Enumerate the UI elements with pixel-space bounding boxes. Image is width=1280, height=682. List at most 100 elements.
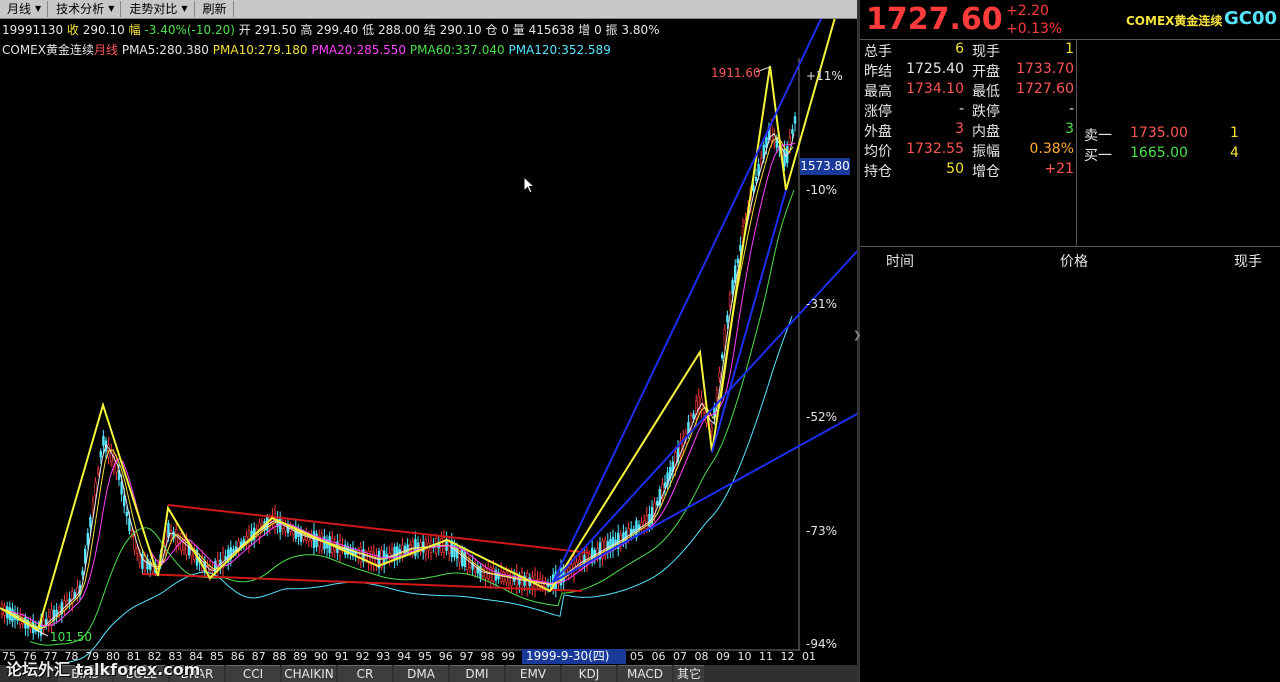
chart-canvas[interactable]: [0, 0, 858, 682]
x-tick-label: 91: [334, 650, 349, 663]
x-tick-label: 92: [355, 650, 370, 663]
tab-dma[interactable]: DMA: [394, 665, 448, 682]
candle: [123, 495, 126, 507]
candle: [81, 570, 84, 576]
tab-macd[interactable]: MACD: [618, 665, 672, 682]
watermark: 论坛外汇 talkforex.com: [6, 660, 201, 679]
x-tick-label: 94: [397, 650, 412, 663]
tick-col-price: 价格: [1060, 254, 1088, 270]
pct-label: -52%: [806, 410, 838, 424]
x-tick-label: 88: [272, 650, 287, 663]
quote-value: 1734.10: [906, 81, 964, 97]
candle: [715, 389, 719, 398]
candle: [94, 481, 97, 496]
candle: [393, 546, 396, 561]
x-tick-label: 98: [480, 650, 495, 663]
ma-line: [59, 316, 793, 665]
tick-col-vol: 现手: [1234, 254, 1262, 270]
pct-label: -94%: [806, 637, 838, 651]
candle: [710, 427, 714, 432]
quote-value: 1732.55: [906, 141, 964, 157]
chevron-down-icon: ▼: [35, 4, 42, 13]
quote-value: 1733.70: [1016, 61, 1074, 77]
bar-info-line: 19991130 收 290.10 幅 -3.40%(-10.20) 开 291…: [2, 23, 660, 37]
divider: [860, 246, 1280, 247]
tab-cr[interactable]: CR: [338, 665, 392, 682]
quote-label: 最低: [972, 84, 1000, 100]
quote-label: 开盘: [972, 64, 1000, 80]
price-change: +2.20: [1006, 3, 1049, 19]
tab-cci[interactable]: CCI: [226, 665, 280, 682]
quote-value: 6: [955, 41, 964, 57]
candle: [754, 176, 758, 182]
quote-value: 3: [1065, 121, 1074, 137]
quote-value: 1725.40: [906, 61, 964, 77]
tab-other[interactable]: 其它: [674, 665, 704, 682]
tab-dmi[interactable]: DMI: [450, 665, 504, 682]
candle: [466, 553, 469, 571]
tab-kdj[interactable]: KDJ: [562, 665, 616, 682]
candle: [663, 482, 667, 488]
tab-chaikin[interactable]: CHAIKIN: [282, 665, 336, 682]
last-price-tag: 1573.80: [800, 158, 850, 175]
x-tick-label: 05: [630, 650, 644, 663]
date-crosshair-tip: 1999-9-30(四): [522, 649, 626, 664]
high-annotation: 1911.60: [711, 66, 761, 80]
candle: [89, 517, 92, 528]
ma-line: [29, 189, 795, 646]
quote-label: 内盘: [972, 124, 1000, 140]
quote-value: -: [1068, 101, 1074, 117]
x-tick-label: 06: [651, 650, 666, 663]
quote-row: 总手 6 现手 1: [860, 41, 1074, 61]
candle: [91, 500, 95, 511]
x-tick-label: 99: [501, 650, 516, 663]
candle: [99, 451, 103, 458]
candle: [247, 529, 251, 547]
quote-label: 现手: [972, 44, 1000, 60]
divider: [860, 39, 1280, 40]
quote-label: 振幅: [972, 144, 1000, 160]
quote-value: 1727.60: [1016, 81, 1074, 97]
tab-emv[interactable]: EMV: [506, 665, 560, 682]
quote-label: 涨停: [864, 104, 892, 120]
trend-line-1: [552, 0, 831, 583]
candle: [718, 372, 721, 378]
x-tick-label: 07: [673, 650, 687, 663]
x-tick-label: 97: [459, 650, 474, 663]
quote-value: 1: [1065, 41, 1074, 57]
period-dropdown[interactable]: 月线 ▼: [1, 1, 49, 17]
x-tick-label: 11: [759, 650, 773, 663]
candle: [731, 280, 734, 294]
ask-row: 卖一 1735.00 1: [1084, 125, 1239, 144]
quote-label: 最高: [864, 84, 892, 100]
zigzag-trend-line: [0, 0, 841, 632]
kline-chart[interactable]: +11% -10% -31% -52% -73% -94% 1573.80 19…: [0, 0, 858, 682]
candle: [728, 293, 732, 307]
chevron-down-icon: ▼: [108, 4, 115, 13]
x-tick-label: 08: [694, 650, 709, 663]
quote-label: 均价: [864, 144, 892, 160]
candle: [86, 532, 90, 546]
candle: [645, 515, 649, 529]
quote-row: 持仓 50 增仓 +21: [860, 161, 1074, 181]
candle: [120, 481, 123, 495]
candle: [175, 529, 178, 546]
candle: [460, 548, 464, 567]
candle: [720, 354, 724, 359]
pct-label: -73%: [806, 524, 838, 538]
x-tick-label: 10: [737, 650, 752, 663]
x-tick-label: 96: [438, 650, 453, 663]
instrument-code: GC00: [1224, 8, 1278, 29]
refresh-button[interactable]: 刷新: [197, 1, 234, 17]
x-tick-label: 86: [230, 650, 245, 663]
compare-trend-dropdown[interactable]: 走势对比 ▼: [123, 1, 195, 17]
x-tick-label: 90: [314, 650, 328, 663]
ma-info-line: COMEX黄金连续月线 PMA5:280.380 PMA10:279.180 P…: [2, 43, 611, 57]
collapse-arrow-icon[interactable]: ❯: [853, 330, 861, 346]
technical-analysis-dropdown[interactable]: 技术分析 ▼: [50, 1, 122, 17]
candle: [793, 116, 797, 124]
x-tick-label: 12: [780, 650, 795, 663]
x-tick-label: 95: [418, 650, 432, 663]
candle: [736, 258, 740, 264]
candle: [125, 511, 129, 517]
